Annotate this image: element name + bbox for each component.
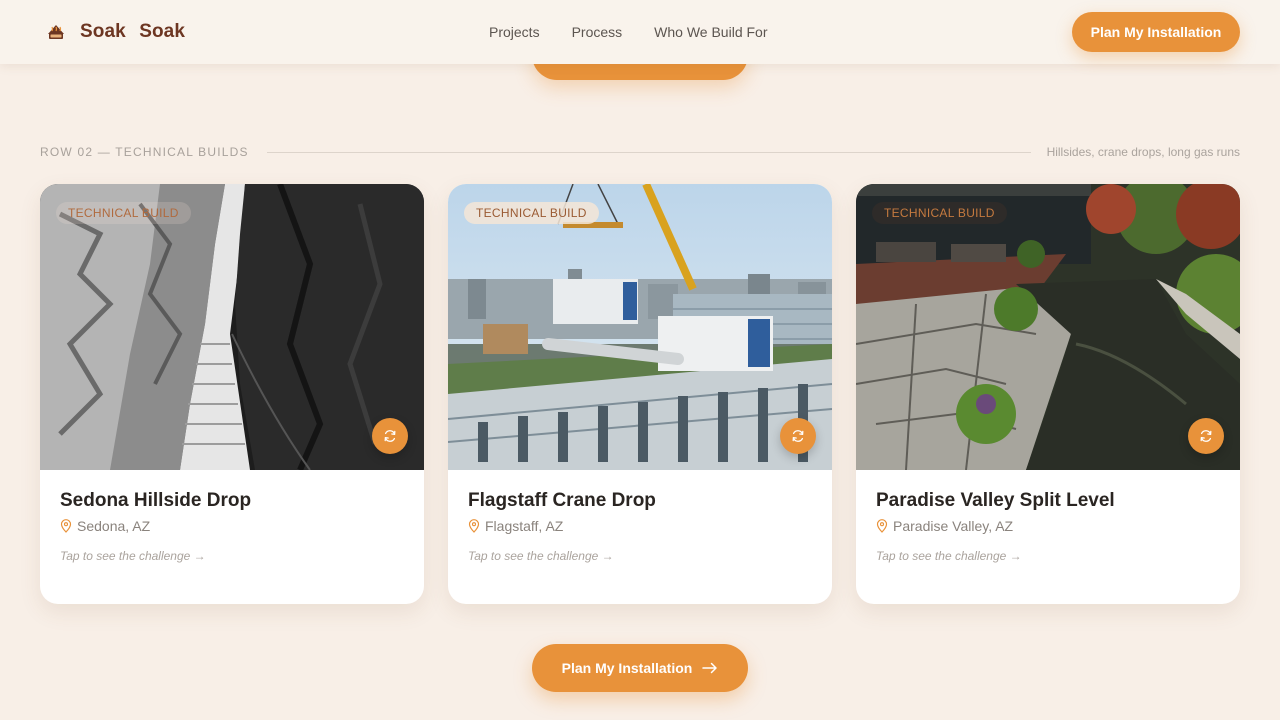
section-divider [266,151,1031,153]
project-hint: Tap to see the challenge → [468,549,614,563]
project-location-text: Sedona, AZ [77,518,151,534]
flip-card-button[interactable] [372,418,408,454]
project-title: Sedona Hillside Drop [60,490,252,511]
project-location: Sedona, AZ [60,518,150,534]
section-note: Hillsides, crane drops, long gas runs [1046,145,1240,159]
project-tag: TECHNICAL BUILD [56,202,191,224]
plan-installation-label: Plan My Installation [561,660,693,676]
project-photo: TECHNICAL BUILD [40,184,424,470]
arrow-right-icon [702,662,718,674]
map-pin-icon [60,519,72,533]
flip-card-button[interactable] [1188,418,1224,454]
site-header: Soak Soak Projects Process Who We Build … [0,0,1280,64]
project-location-text: Paradise Valley, AZ [893,518,1014,534]
project-hint: Tap to see the challenge → [876,549,1022,563]
hot-tub-icon [48,25,64,39]
project-location-text: Flagstaff, AZ [485,518,564,534]
refresh-icon [384,430,396,442]
project-hint: Tap to see the challenge → [60,549,206,563]
nav-projects[interactable]: Projects [489,23,540,41]
header-plan-installation-button[interactable]: Plan My Installation [1072,12,1240,52]
section-heading: ROW 02 — TECHNICAL BUILDS Hillsides, cra… [40,144,1240,160]
main-nav: Projects Process Who We Build For [489,23,768,41]
project-card-flagstaff[interactable]: TECHNICAL BUILD Flagstaff Crane Drop Fla… [448,184,832,604]
project-card-sedona[interactable]: TECHNICAL BUILD Sedona Hillside Drop Sed… [40,184,424,604]
section-label: ROW 02 — TECHNICAL BUILDS [40,145,249,159]
map-pin-icon [876,519,888,533]
refresh-icon [792,430,804,442]
project-photo: TECHNICAL BUILD [448,184,832,470]
brand-name: Soak Soak [80,21,186,42]
brand-logo[interactable]: Soak Soak [46,20,185,44]
project-location: Paradise Valley, AZ [876,518,1013,534]
nav-process[interactable]: Process [572,23,623,41]
project-tag: TECHNICAL BUILD [464,202,599,224]
refresh-icon [1200,430,1212,442]
project-tag: TECHNICAL BUILD [872,202,1007,224]
nav-who-we-build-for[interactable]: Who We Build For [654,23,767,41]
plan-installation-button[interactable]: Plan My Installation [532,644,748,692]
project-title: Flagstaff Crane Drop [468,490,656,511]
map-pin-icon [468,519,480,533]
project-title: Paradise Valley Split Level [876,490,1115,511]
flip-card-button[interactable] [780,418,816,454]
project-card-paradise-valley[interactable]: TECHNICAL BUILD Paradise Valley Split Le… [856,184,1240,604]
project-location: Flagstaff, AZ [468,518,563,534]
project-photo: TECHNICAL BUILD [856,184,1240,470]
